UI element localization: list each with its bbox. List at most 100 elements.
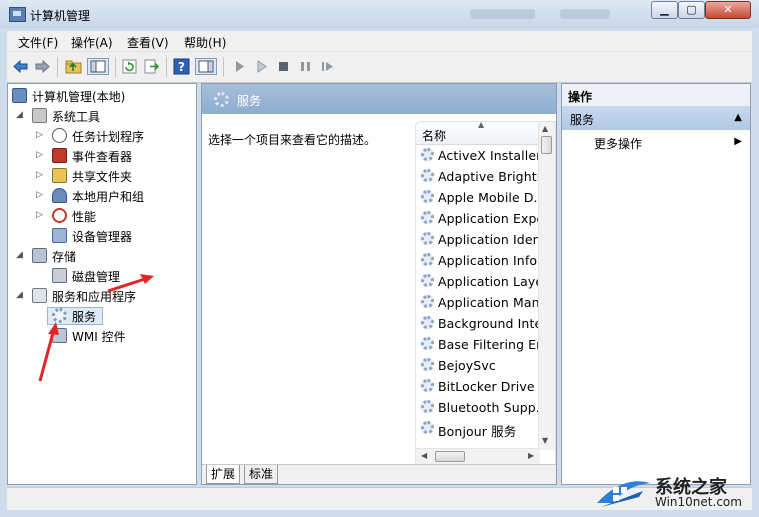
service-row[interactable]: Adaptive Brightn...	[416, 166, 542, 187]
vertical-scrollbar[interactable]: ▲ ▼	[538, 122, 555, 450]
pause-icon	[301, 62, 310, 71]
service-row[interactable]: Application Infor...	[416, 250, 542, 271]
blurred-background-text	[560, 9, 610, 19]
stop-service-button[interactable]	[275, 58, 292, 75]
service-row[interactable]: Base Filtering En...	[416, 334, 542, 355]
play-icon	[236, 61, 244, 72]
forward-button[interactable]	[34, 58, 51, 75]
annotation-arrows	[38, 274, 154, 382]
restart-service-button[interactable]	[319, 58, 336, 75]
services-title: 服务	[237, 94, 262, 108]
more-actions-item[interactable]: 更多操作	[594, 135, 642, 152]
logo-graphic-icon	[597, 481, 651, 507]
minimize-button[interactable]: ▁	[651, 1, 678, 19]
scroll-up-icon[interactable]: ▲	[542, 124, 548, 133]
up-one-level-button[interactable]	[65, 58, 82, 75]
services-header: 服务	[202, 84, 556, 114]
back-arrow-icon	[13, 59, 28, 74]
computer-management-icon	[9, 7, 26, 22]
scroll-down-icon[interactable]: ▼	[542, 436, 548, 445]
forward-arrow-icon	[35, 59, 50, 74]
service-row[interactable]: Application Man...	[416, 292, 542, 313]
horizontal-scroll-thumb[interactable]	[435, 451, 465, 462]
service-row[interactable]: Application Laye...	[416, 271, 542, 292]
watermark-url: Win10net.com	[655, 495, 742, 509]
gear-icon	[421, 358, 434, 371]
service-name: Background Inte...	[438, 316, 542, 331]
submenu-arrow-icon[interactable]: ▶	[734, 136, 742, 147]
show-hide-tree-icon	[90, 60, 106, 73]
red-arrow-icon	[107, 274, 154, 293]
menu-file[interactable]: 文件(F)	[18, 34, 58, 51]
toolbar-separator	[115, 57, 116, 77]
service-name: Apple Mobile D...	[438, 190, 542, 205]
stop-icon	[279, 62, 288, 71]
watermark-logo: 系统之家 Win10net.com	[593, 473, 753, 511]
export-list-icon	[144, 59, 160, 74]
service-row[interactable]: Bluetooth Supp...	[416, 397, 542, 418]
actions-section-services[interactable]: 服务 ▲	[562, 106, 750, 130]
sort-ascending-icon: ▲	[478, 121, 485, 129]
horizontal-scrollbar[interactable]: ◀ ▶	[416, 448, 540, 465]
service-name: Application Expe...	[438, 211, 542, 226]
actions-title: 操作	[568, 90, 593, 104]
gear-icon	[421, 400, 434, 413]
refresh-button[interactable]	[121, 58, 138, 75]
play-outline-icon	[257, 60, 267, 73]
service-name: Adaptive Brightn...	[438, 169, 542, 184]
service-name: Application Laye...	[438, 274, 542, 289]
collapse-up-icon[interactable]: ▲	[734, 112, 742, 123]
actions-pane: 操作 服务 ▲ 更多操作 ▶	[561, 83, 751, 485]
toolbar: ?	[7, 51, 752, 83]
start-service-button[interactable]	[231, 58, 248, 75]
scroll-left-icon[interactable]: ◀	[421, 451, 427, 460]
show-hide-action-pane-button[interactable]	[195, 58, 217, 75]
service-row[interactable]: BitLocker Drive ...	[416, 376, 542, 397]
blurred-background-text	[470, 9, 535, 19]
actions-section-label: 服务	[570, 113, 595, 127]
tab-standard[interactable]: 标准	[244, 465, 279, 484]
gear-icon	[421, 169, 434, 182]
show-hide-console-tree-button[interactable]	[87, 58, 109, 75]
column-header-name[interactable]: ▲ 名称	[416, 122, 540, 145]
tab-extended[interactable]: 扩展	[206, 465, 241, 484]
back-button[interactable]	[12, 58, 29, 75]
computer-management-window: 计算机管理 ▁ ▢ ✕ 文件(F) 操作(A) 查看(V) 帮助(H) ? 计算…	[0, 0, 759, 517]
actions-header: 操作	[562, 84, 750, 107]
menu-help[interactable]: 帮助(H)	[184, 34, 226, 51]
maximize-button[interactable]: ▢	[678, 1, 705, 19]
service-row[interactable]: Bonjour 服务	[416, 418, 540, 439]
menu-action[interactable]: 操作(A)	[71, 34, 113, 51]
service-row[interactable]: ActiveX Installer ...	[416, 145, 542, 166]
pause-service-button[interactable]	[297, 58, 314, 75]
close-icon: ✕	[723, 3, 733, 16]
service-name: BitLocker Drive ...	[438, 379, 542, 394]
description-text: 选择一个项目来查看它的描述。	[208, 133, 377, 147]
service-name: Application Iden...	[438, 232, 542, 247]
service-row[interactable]: Background Inte...	[416, 313, 542, 334]
minimize-icon: ▁	[660, 3, 669, 16]
service-name: BejoySvc	[438, 358, 496, 373]
gear-icon	[421, 232, 434, 245]
toolbar-separator	[223, 57, 224, 77]
help-button[interactable]: ?	[173, 58, 190, 75]
service-row[interactable]: Apple Mobile D...	[416, 187, 542, 208]
menu-view[interactable]: 查看(V)	[127, 34, 169, 51]
service-row[interactable]: Application Iden...	[416, 229, 542, 250]
start-service-alt-button[interactable]	[253, 58, 270, 75]
gear-icon	[421, 295, 434, 308]
toolbar-separator	[166, 57, 167, 77]
column-name-label: 名称	[422, 129, 447, 143]
gear-icon	[421, 316, 434, 329]
export-list-button[interactable]	[143, 58, 160, 75]
properties-icon	[198, 60, 214, 73]
title-bar[interactable]: 计算机管理 ▁ ▢ ✕	[0, 0, 759, 28]
close-button[interactable]: ✕	[705, 1, 751, 19]
service-row[interactable]: BejoySvc	[416, 355, 540, 376]
scroll-thumb[interactable]	[541, 136, 552, 154]
view-tabs: 扩展 标准	[202, 464, 556, 484]
gear-icon	[421, 274, 434, 287]
scroll-right-icon[interactable]: ▶	[528, 451, 534, 460]
service-name: ActiveX Installer ...	[438, 148, 542, 163]
service-row[interactable]: Application Expe...	[416, 208, 542, 229]
